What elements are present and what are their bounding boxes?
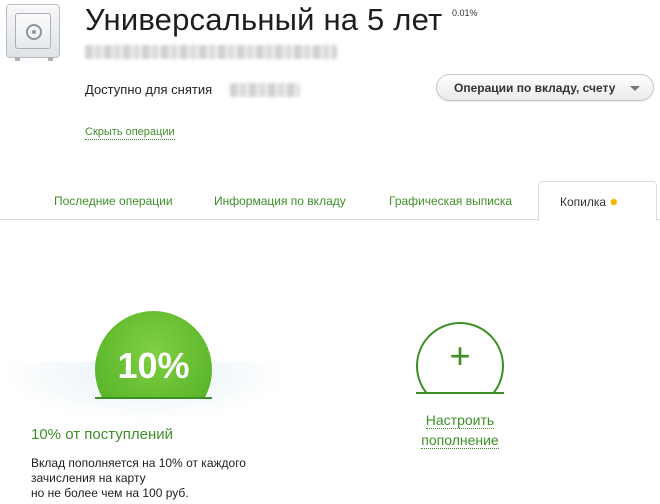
available-amount-redacted — [230, 83, 300, 97]
tab-graphic-statement[interactable]: Графическая выписка — [389, 194, 512, 208]
safe-door — [15, 13, 51, 49]
safe-feet — [15, 57, 53, 61]
account-number-redacted — [85, 45, 337, 59]
description-line: Вклад пополняется на 10% от каждого — [31, 456, 246, 470]
safe-icon — [6, 4, 60, 61]
percent-rule-description: Вклад пополняется на 10% от каждого зачи… — [31, 456, 301, 501]
chevron-down-icon — [630, 86, 640, 91]
description-line: зачисления на карту — [31, 471, 146, 485]
plus-icon: + — [449, 335, 471, 376]
add-replenishment-button[interactable]: + — [416, 322, 504, 394]
percent-rule-title: 10% от поступлений — [31, 426, 174, 443]
operations-button-label: Операции по вкладу, счету — [454, 80, 616, 95]
percent-rule-badge[interactable]: 10% — [95, 311, 212, 399]
configure-replenishment-link[interactable]: Настроить пополнение — [414, 410, 506, 450]
tab-deposit-info[interactable]: Информация по вкладу — [214, 194, 346, 208]
available-label: Доступно для снятия — [85, 82, 213, 97]
tab-piggy-bank[interactable]: Копилка ✹ — [538, 181, 657, 221]
configure-line1: Настроить — [425, 412, 495, 429]
interest-rate: 0.01% — [452, 8, 478, 18]
operations-dropdown-button[interactable]: Операции по вкладу, счету — [436, 74, 654, 101]
hide-operations-link[interactable]: Скрыть операции — [85, 126, 175, 140]
percent-badge-value: 10% — [117, 345, 190, 386]
safe-dial — [26, 24, 42, 40]
description-line: но не более чем на 100 руб. — [31, 486, 189, 500]
tab-piggy-bank-label: Копилка — [560, 195, 607, 209]
configure-line2: пополнение — [421, 432, 499, 449]
star-icon: ✹ — [609, 197, 619, 209]
tab-recent-operations[interactable]: Последние операции — [54, 194, 173, 208]
deposit-title: Универсальный на 5 лет — [85, 2, 443, 37]
